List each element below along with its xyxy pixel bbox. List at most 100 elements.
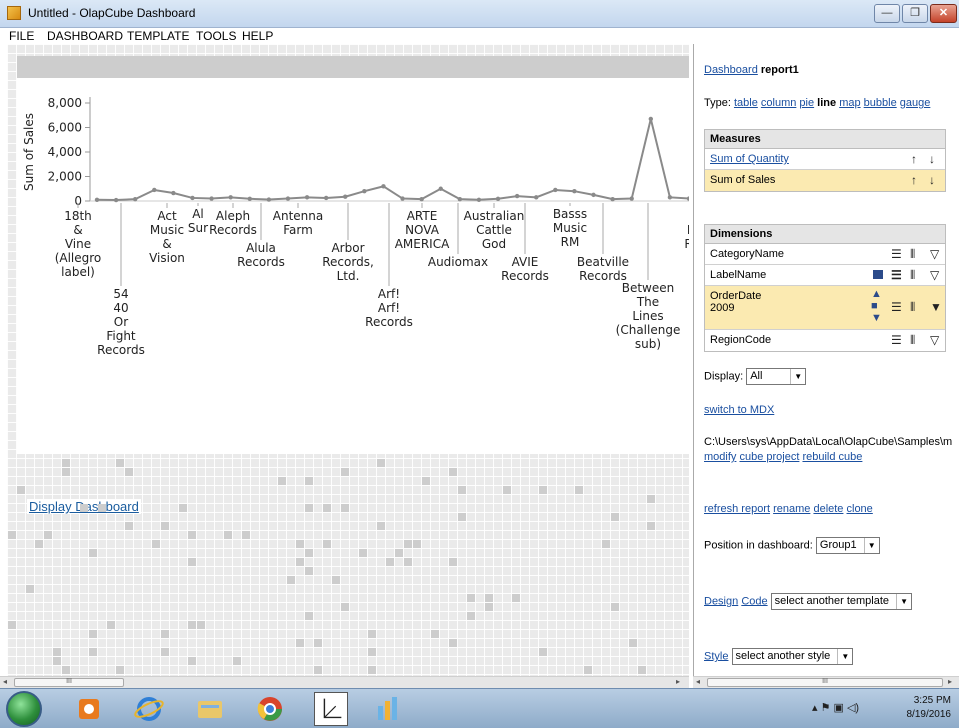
window-title: Untitled - OlapCube Dashboard <box>28 6 196 20</box>
maximize-button[interactable]: ❐ <box>902 4 928 23</box>
x-tick-label: Aleph Records <box>209 209 257 237</box>
columns-icon[interactable]: ⦀ <box>910 268 915 283</box>
internet-explorer-icon[interactable] <box>132 692 166 726</box>
canvas-grid-tile <box>62 459 70 467</box>
olapcube-icon[interactable] <box>370 692 404 726</box>
system-clock[interactable]: 3:25 PM 8/19/2016 <box>907 694 952 722</box>
x-tick-label-line: Cattle <box>476 223 512 237</box>
position-in-dashboard: Position in dashboard: Group1 ▼ <box>704 537 880 554</box>
delete-link[interactable]: delete <box>813 503 843 515</box>
template-select[interactable]: select another template ▼ <box>770 593 913 610</box>
x-tick-label-line: RM <box>561 235 580 249</box>
axes-app-icon[interactable] <box>314 692 348 726</box>
scroll-right-arrow-icon[interactable]: ▸ <box>676 677 680 686</box>
canvas-grid-tile <box>152 540 160 548</box>
canvas-grid-tile <box>539 486 547 494</box>
chrome-icon[interactable] <box>253 692 287 726</box>
scroll-left-arrow-icon[interactable]: ◂ <box>696 677 700 686</box>
cube-project-link[interactable]: cube project <box>739 451 799 463</box>
scroll-left-arrow-icon[interactable]: ◂ <box>3 677 7 686</box>
y-tick-label: 4,000 <box>48 145 82 159</box>
menu-template[interactable]: TEMPLATE <box>127 29 189 43</box>
start-button[interactable] <box>6 691 42 727</box>
clone-link[interactable]: clone <box>847 503 873 515</box>
type-column-link[interactable]: column <box>761 97 796 109</box>
file-explorer-icon[interactable] <box>193 692 227 726</box>
move-up-arrow-icon[interactable]: ↑ <box>911 152 917 166</box>
type-map-link[interactable]: map <box>839 97 860 109</box>
modify-link[interactable]: modify <box>704 451 736 463</box>
minimize-button[interactable]: — <box>874 4 900 23</box>
properties-panel: Dashboard report1 Type: table column pie… <box>693 44 959 676</box>
canvas-grid-tile <box>359 549 367 557</box>
canvas-grid-tile <box>89 648 97 656</box>
close-button[interactable]: ✕ <box>930 4 957 23</box>
filter-active-icon[interactable]: ▼ <box>930 300 942 314</box>
x-tick-label-line: Fight <box>106 329 136 343</box>
horizontal-scrollbar-right[interactable]: ◂ III ▸ <box>693 676 959 688</box>
menu-file[interactable]: FILE <box>9 29 34 43</box>
x-tick-label-line: Arf! <box>378 287 400 301</box>
rows-icon[interactable]: ☰ <box>891 300 902 314</box>
data-point <box>343 194 348 199</box>
columns-icon[interactable]: ⦀ <box>910 247 915 262</box>
series-icon[interactable] <box>873 270 883 279</box>
y-tick-label: 8,000 <box>48 96 82 110</box>
menu-tools[interactable]: TOOLS <box>196 29 236 43</box>
canvas-grid-tile <box>89 630 97 638</box>
filter-icon[interactable]: ▽ <box>930 333 939 347</box>
position-select[interactable]: Group1 ▼ <box>815 537 880 554</box>
type-pie-link[interactable]: pie <box>799 97 814 109</box>
move-down-arrow-icon[interactable]: ↓ <box>929 173 935 187</box>
data-point <box>132 196 138 202</box>
type-table-link[interactable]: table <box>734 97 758 109</box>
rebuild-cube-link[interactable]: rebuild cube <box>802 451 862 463</box>
data-point <box>572 189 577 194</box>
canvas-grid-tile <box>458 486 466 494</box>
type-bubble-link[interactable]: bubble <box>864 97 897 109</box>
horizontal-scrollbar-left[interactable]: ◂ III ▸ <box>0 676 689 688</box>
code-link[interactable]: Code <box>741 595 767 607</box>
rows-icon[interactable]: ☰ <box>891 268 902 282</box>
measure-sum-of-quantity-link[interactable]: Sum of Quantity <box>710 153 789 165</box>
scroll-thumb[interactable]: III <box>707 678 943 687</box>
x-tick-label-line: Music <box>150 223 184 237</box>
move-down-arrow-icon[interactable]: ↓ <box>929 152 935 166</box>
data-point <box>495 196 501 201</box>
canvas-grid-tile <box>368 648 376 656</box>
data-point <box>457 196 463 202</box>
move-up-arrow-icon[interactable]: ↑ <box>911 173 917 187</box>
refresh-report-link[interactable]: refresh report <box>704 503 770 515</box>
rows-icon[interactable]: ☰ <box>891 247 902 261</box>
columns-icon[interactable]: ⦀ <box>910 300 915 315</box>
style-link[interactable]: Style <box>704 650 728 662</box>
x-tick-label-line: Alula <box>246 241 276 255</box>
menu-help[interactable]: HELP <box>242 29 273 43</box>
outlook-icon[interactable] <box>72 692 106 726</box>
style-select[interactable]: select another style ▼ <box>731 648 854 665</box>
display-filter: Display: All ▼ <box>704 368 807 385</box>
scroll-right-arrow-icon[interactable]: ▸ <box>948 677 952 686</box>
canvas-grid-tile <box>98 504 106 512</box>
system-tray-icons[interactable]: ▴ ⚑ ▣ ◁) <box>812 701 859 714</box>
dashboard-link[interactable]: Dashboard <box>704 64 758 76</box>
display-select-value: All <box>750 370 763 382</box>
rename-link[interactable]: rename <box>773 503 810 515</box>
type-gauge-link[interactable]: gauge <box>900 97 931 109</box>
design-link[interactable]: Design <box>704 595 738 607</box>
filter-icon[interactable]: ▽ <box>930 268 939 282</box>
canvas-grid-tile <box>404 558 412 566</box>
data-point <box>686 196 689 201</box>
filter-icon[interactable]: ▽ <box>930 247 939 261</box>
drill-updown-icon[interactable]: ▲ ■ ▼ <box>871 288 882 324</box>
style-select-value: select another style <box>735 650 831 662</box>
columns-icon[interactable]: ⦀ <box>910 333 915 348</box>
scroll-thumb[interactable]: III <box>14 678 124 687</box>
display-select[interactable]: All ▼ <box>746 368 807 385</box>
menu-dashboard[interactable]: DASHBOARD <box>47 29 123 43</box>
rows-icon[interactable]: ☰ <box>891 333 902 347</box>
switch-to-mdx-link[interactable]: switch to MDX <box>704 404 774 416</box>
x-tick-label-line: B <box>688 209 689 223</box>
report-header <box>17 56 689 78</box>
canvas-grid-tile <box>467 612 475 620</box>
